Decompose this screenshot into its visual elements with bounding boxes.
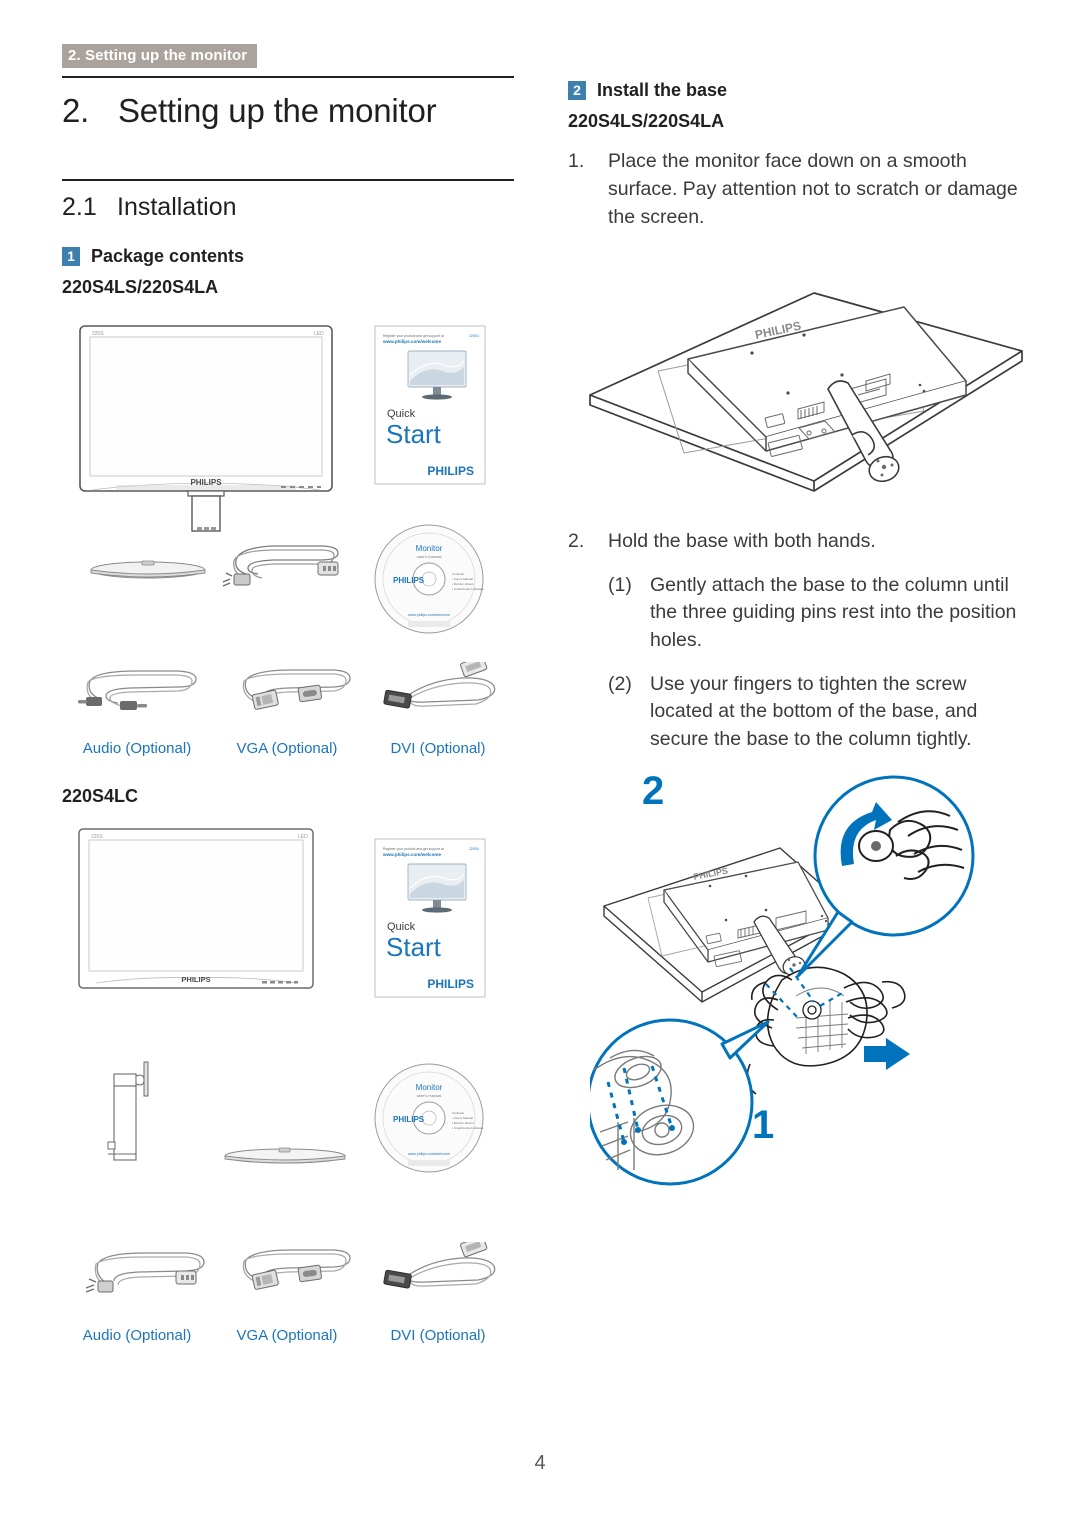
svg-text:220S4: 220S4 — [469, 334, 479, 338]
svg-text:PHILIPS: PHILIPS — [181, 975, 210, 984]
svg-text:Monitor: Monitor — [416, 544, 443, 553]
substep-1-marker: (1) — [608, 573, 632, 596]
callout-label-1: 1 — [752, 1103, 774, 1147]
package-contents-heading: 1 Package contents — [62, 246, 514, 268]
quick-start-guide-illustration-b: Register your product and get support at… — [374, 838, 486, 998]
instruction-step-1: 1. Place the monitor face down on a smoo… — [568, 148, 1020, 231]
install-base-heading: 2 Install the base — [568, 80, 1020, 102]
step-badge-2: 2 — [568, 81, 586, 101]
step-badge-1: 1 — [62, 247, 80, 267]
svg-text:www.philips.com/welcome: www.philips.com/welcome — [408, 1152, 450, 1156]
svg-text:PHILIPS: PHILIPS — [190, 478, 222, 487]
caption-vga-a: VGA (Optional) — [236, 740, 338, 757]
svg-text:Register your product and get: Register your product and get support at — [383, 334, 444, 338]
dvi-cable-illustration-a — [383, 662, 496, 709]
svg-text:• User's Manual: • User's Manual — [452, 1116, 473, 1120]
package-contents-label: Package contents — [91, 245, 245, 266]
caption-audio-b: Audio (Optional) — [82, 1327, 192, 1344]
svg-text:• SmartControl software: • SmartControl software — [452, 1126, 484, 1130]
cable-captions-b: Audio (Optional) VGA (Optional) DVI (Opt… — [62, 1327, 514, 1344]
model-label-right: 220S4LS/220S4LA — [568, 110, 725, 131]
svg-text:Contents: Contents — [452, 1111, 465, 1115]
chapter-rule — [62, 76, 514, 78]
cable-captions-a: Audio (Optional) VGA (Optional) DVI (Opt… — [62, 740, 514, 757]
chapter-title: Setting up the monitor — [118, 92, 437, 129]
svg-text:• Monitor drivers: • Monitor drivers — [452, 1121, 474, 1125]
section-title: Installation — [117, 192, 237, 221]
caption-dvi-a: DVI (Optional) — [390, 740, 486, 757]
cd-manual-illustration-b: Monitor user's manual PHILIPS Contents •… — [374, 1063, 484, 1173]
power-cable-illustration-a — [222, 545, 339, 587]
svg-text:220S: 220S — [91, 834, 103, 840]
chapter-number: 2. — [62, 92, 90, 129]
svg-text:user's manual: user's manual — [417, 1093, 442, 1098]
step-1-text: Place the monitor face down on a smooth … — [608, 150, 1018, 228]
svg-text:Start: Start — [386, 419, 442, 449]
section-rule — [62, 178, 514, 181]
substep-2-marker: (2) — [608, 672, 632, 695]
substep-2-text: Use your fingers to tighten the screw lo… — [650, 672, 978, 751]
svg-text:Monitor: Monitor — [416, 1083, 443, 1092]
audio-cable-illustration-a — [78, 670, 197, 710]
monitor-base-illustration-b — [224, 1147, 346, 1164]
monitor-facedown-illustration: PHILIPS — [589, 292, 1023, 492]
svg-text:www.philips.com/welcome: www.philips.com/welcome — [382, 339, 441, 344]
svg-text:LED: LED — [298, 834, 308, 840]
svg-text:220S: 220S — [92, 331, 104, 337]
stand-column-illustration — [107, 1061, 149, 1161]
callout-label-2: 2 — [642, 770, 664, 813]
model-label-220s4ls-220s4la: 220S4LS/220S4LA — [62, 276, 219, 297]
audio-cable-illustration-b — [85, 1252, 205, 1293]
right-column: 2 Install the base 220S4LS/220S4LA 1. Pl… — [568, 80, 1020, 231]
svg-text:• Monitor drivers: • Monitor drivers — [452, 582, 474, 586]
svg-text:www.philips.com/welcome: www.philips.com/welcome — [408, 613, 450, 617]
caption-dvi-b: DVI (Optional) — [390, 1327, 486, 1344]
quick-start-guide-illustration-a: Register your product and get support at… — [374, 325, 486, 485]
svg-text:user's manual: user's manual — [417, 554, 442, 559]
monitor-base-illustration-a — [90, 560, 206, 579]
instruction-step-2: 2. Hold the base with both hands. — [568, 528, 1020, 556]
page-number: 4 — [534, 1452, 546, 1474]
svg-text:• User's Manual: • User's Manual — [452, 577, 473, 581]
model-label-220s4lc: 220S4LC — [62, 786, 139, 806]
step-2-text: Hold the base with both hands. — [608, 530, 876, 552]
svg-text:Start: Start — [386, 932, 442, 962]
section-heading: 2.1 Installation — [62, 192, 514, 222]
cd-manual-illustration-a: Monitor user's manual PHILIPS Contents •… — [374, 524, 484, 634]
base-assembly-illustration: PHILIPS 2 1 — [590, 770, 975, 1186]
install-base-label: Install the base — [597, 80, 728, 100]
caption-vga-b: VGA (Optional) — [236, 1327, 338, 1344]
svg-text:Register your product and get: Register your product and get support at — [383, 847, 444, 851]
svg-text:www.philips.com/welcome: www.philips.com/welcome — [382, 852, 441, 857]
svg-text:PHILIPS: PHILIPS — [393, 1115, 425, 1124]
monitor-front-illustration-b: 220S LED PHILIPS — [78, 828, 314, 989]
document-page: 2. Setting up the monitor 2. Setting up t… — [0, 0, 1080, 1527]
vga-cable-illustration-b — [242, 1249, 351, 1290]
dvi-cable-illustration-b — [383, 1242, 496, 1289]
left-column: 2. Setting up the monitor 2.1 Installation… — [62, 76, 514, 298]
svg-text:220S4: 220S4 — [469, 847, 479, 851]
svg-text:PHILIPS: PHILIPS — [427, 464, 474, 478]
right-column-steps: 2. Hold the base with both hands. (1) Ge… — [568, 528, 1020, 754]
vga-cable-illustration-a — [242, 669, 351, 710]
instruction-substep-2: (2) Use your fingers to tighten the scre… — [608, 671, 1020, 754]
monitor-front-illustration-a: 220S LED PHILIPS — [79, 325, 333, 532]
caption-audio-a: Audio (Optional) — [82, 740, 192, 757]
section-number: 2.1 — [62, 192, 97, 221]
svg-text:PHILIPS: PHILIPS — [393, 576, 425, 585]
step-2-marker: 2. — [568, 530, 585, 552]
substep-1-text: Gently attach the base to the column unt… — [650, 573, 1017, 652]
svg-text:Contents: Contents — [452, 572, 465, 576]
svg-text:• SmartControl software: • SmartControl software — [452, 587, 484, 591]
step-1-marker: 1. — [568, 150, 585, 173]
running-header: 2. Setting up the monitor — [62, 44, 258, 69]
instruction-substep-1: (1) Gently attach the base to the column… — [608, 572, 1020, 655]
svg-text:PHILIPS: PHILIPS — [427, 977, 474, 991]
page-title: 2. Setting up the monitor — [62, 92, 514, 131]
svg-text:LED: LED — [314, 331, 324, 337]
